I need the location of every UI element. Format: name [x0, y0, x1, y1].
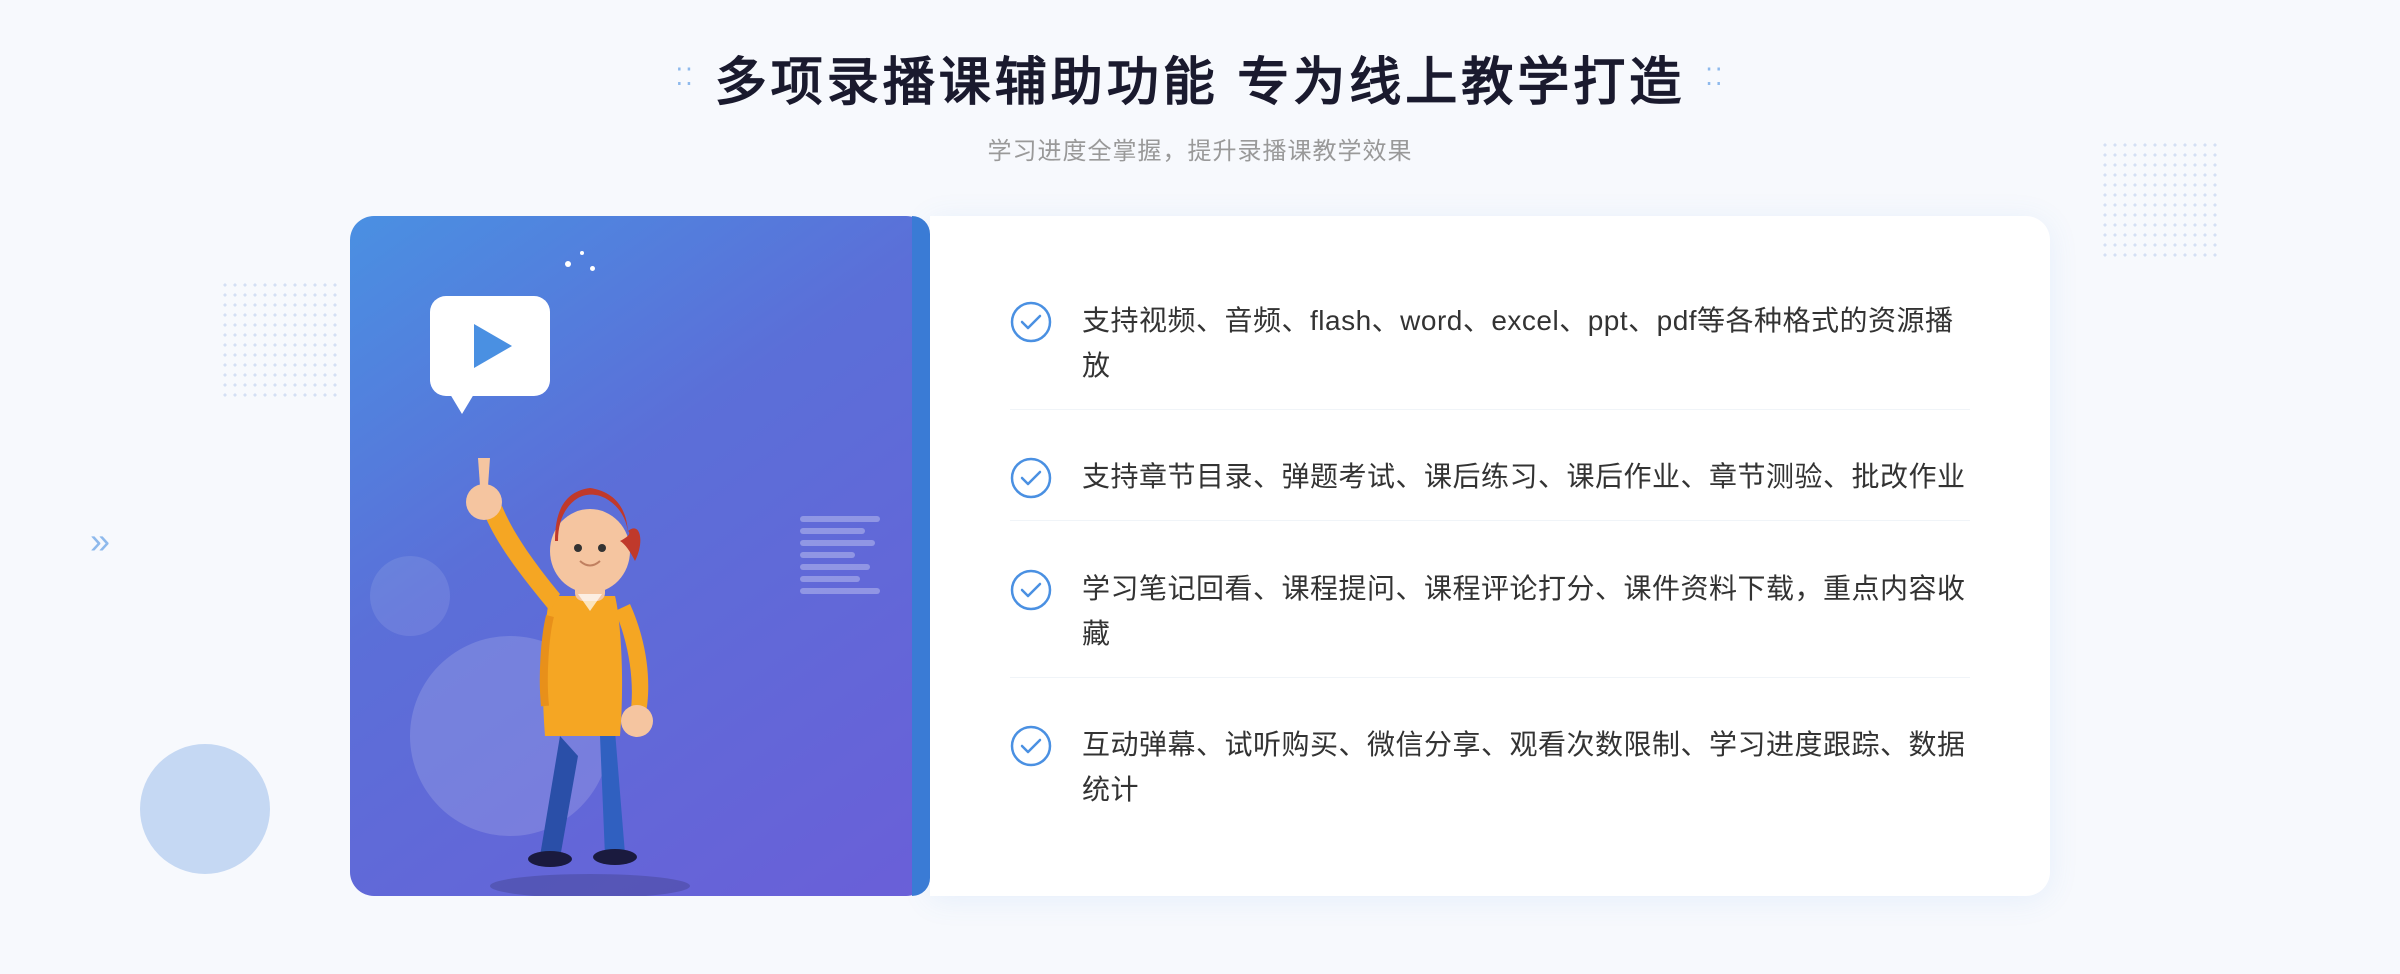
page-subtitle: 学习进度全掌握，提升录播课教学效果 [676, 131, 1725, 166]
dots-decoration-left [220, 280, 340, 400]
check-icon-1 [1010, 301, 1052, 343]
check-icon-3 [1010, 569, 1052, 611]
illustration-card [350, 216, 930, 896]
blob-decoration [140, 744, 270, 874]
feature-item-3: 学习笔记回看、课程提问、课程评论打分、课件资料下载，重点内容收藏 [1010, 547, 1970, 678]
check-icon-2 [1010, 457, 1052, 499]
header-section: ⁚⁚ 多项录播课辅助功能 专为线上教学打造 ⁚⁚ 学习进度全掌握，提升录播课教学… [676, 40, 1725, 166]
person-illustration [430, 376, 750, 896]
header-title-row: ⁚⁚ 多项录播课辅助功能 专为线上教学打造 ⁚⁚ [676, 40, 1725, 115]
feature-item-2: 支持章节目录、弹题考试、课后练习、课后作业、章节测验、批改作业 [1010, 435, 1970, 521]
check-icon-4 [1010, 725, 1052, 767]
page-title: 多项录播课辅助功能 专为线上教学打造 [715, 40, 1685, 115]
feature-text-4: 互动弹幕、试听购买、微信分享、观看次数限制、学习进度跟踪、数据统计 [1082, 723, 1970, 813]
chevron-left-icon: » [90, 520, 110, 562]
page-container: » ⁚⁚ 多项录播课辅助功能 专为线上教学打造 ⁚⁚ 学习进度全掌握，提升录播课… [0, 0, 2400, 974]
feature-text-3: 学习笔记回看、课程提问、课程评论打分、课件资料下载，重点内容收藏 [1082, 567, 1970, 657]
title-dots-right: ⁚⁚ [1705, 63, 1724, 92]
dots-decoration-right [2100, 140, 2220, 260]
stripes-decoration [800, 516, 880, 636]
feature-item-1: 支持视频、音频、flash、word、excel、ppt、pdf等各种格式的资源… [1010, 279, 1970, 410]
play-icon [474, 324, 512, 368]
feature-item-4: 互动弹幕、试听购买、微信分享、观看次数限制、学习进度跟踪、数据统计 [1010, 703, 1970, 833]
features-card: 支持视频、音频、flash、word、excel、ppt、pdf等各种格式的资源… [930, 216, 2050, 896]
feature-text-2: 支持章节目录、弹题考试、课后练习、课后作业、章节测验、批改作业 [1082, 455, 1966, 500]
title-dots-left: ⁚⁚ [676, 63, 695, 92]
feature-text-1: 支持视频、音频、flash、word、excel、ppt、pdf等各种格式的资源… [1082, 299, 1970, 389]
content-area: 支持视频、音频、flash、word、excel、ppt、pdf等各种格式的资源… [350, 216, 2050, 896]
accent-bar [912, 216, 930, 896]
